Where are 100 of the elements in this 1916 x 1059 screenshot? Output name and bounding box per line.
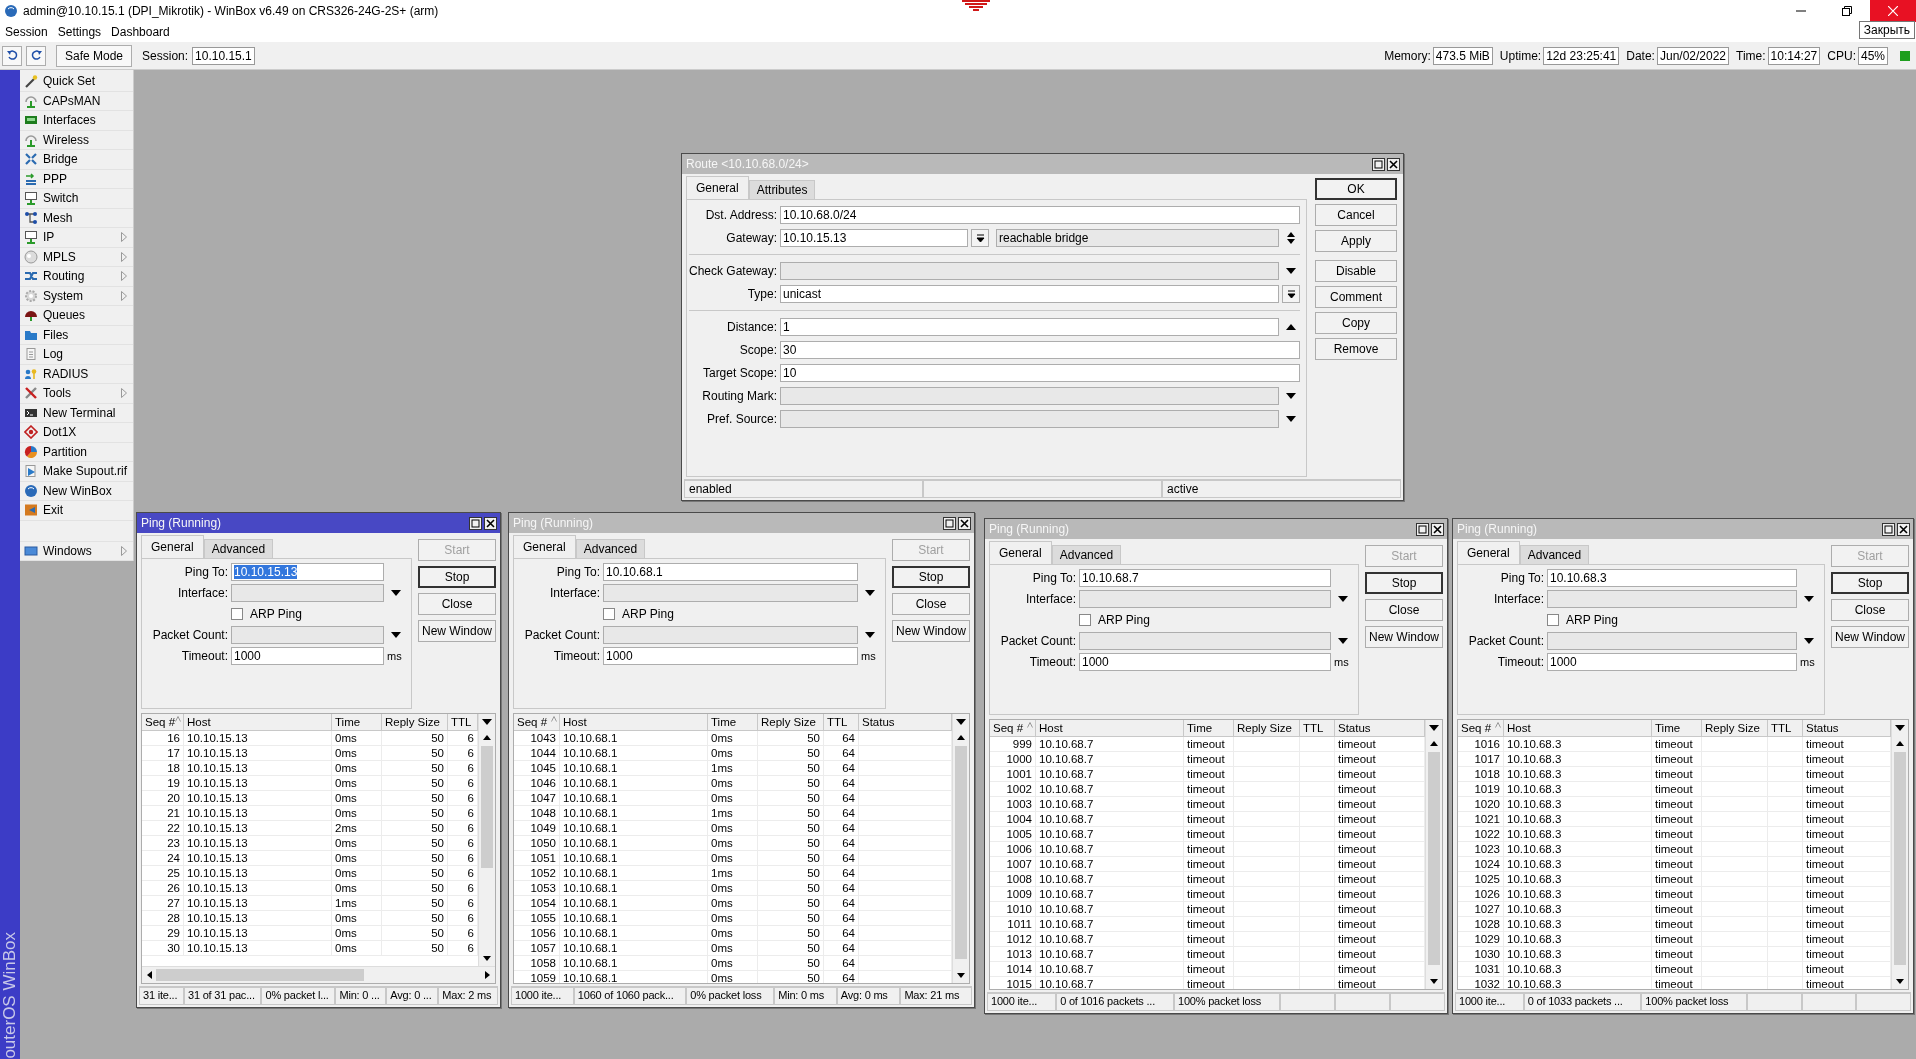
tab[interactable]: Advanced (575, 539, 646, 558)
column-header[interactable]: Host (560, 714, 708, 730)
maximize-icon[interactable] (469, 516, 482, 530)
close-icon[interactable] (484, 516, 497, 530)
input-field[interactable]: 1000 (1079, 653, 1331, 671)
scroll-down-icon[interactable] (1896, 977, 1904, 985)
maximize-icon[interactable] (1416, 522, 1429, 536)
column-header[interactable]: Time (1652, 720, 1702, 736)
close-icon[interactable] (1431, 522, 1444, 536)
sidebar-item[interactable]: Dot1X (20, 423, 133, 443)
close-icon[interactable] (1897, 522, 1910, 536)
dropdown-icon[interactable] (1286, 393, 1296, 399)
dropdown-icon[interactable] (1804, 638, 1814, 644)
dialog-button[interactable]: Close (1365, 599, 1443, 621)
dialog-button[interactable]: Close (418, 593, 496, 615)
scroll-up-icon[interactable] (1896, 740, 1904, 748)
dropdown-field[interactable] (1079, 590, 1331, 608)
tab[interactable]: General (513, 535, 576, 558)
dialog-button[interactable]: Copy (1315, 312, 1397, 334)
sidebar-item[interactable]: Windows (20, 541, 133, 561)
dialog-button[interactable]: Disable (1315, 260, 1397, 282)
dropdown-field[interactable] (780, 262, 1279, 280)
dropdown-field[interactable] (1547, 632, 1797, 650)
column-header[interactable]: Time (708, 714, 758, 730)
close-icon[interactable] (958, 516, 971, 530)
scroll-right-icon[interactable] (483, 971, 491, 979)
sidebar-item[interactable]: Routing (20, 267, 133, 287)
dropdown-icon[interactable] (1286, 268, 1296, 274)
sidebar-item[interactable]: Bridge (20, 150, 133, 170)
tab[interactable]: General (1457, 541, 1520, 564)
checkbox[interactable] (603, 608, 615, 620)
dialog-button[interactable]: New Window (892, 620, 970, 642)
column-header[interactable]: Reply Size (1234, 720, 1300, 736)
maximize-icon[interactable] (943, 516, 956, 530)
dropdown-button[interactable] (1282, 285, 1300, 303)
column-header[interactable]: TTL (1768, 720, 1803, 736)
sidebar-item[interactable]: Make Supout.rif (20, 462, 133, 482)
sidebar-item[interactable]: Interfaces (20, 111, 133, 131)
dialog-button[interactable]: Stop (892, 566, 970, 588)
dialog-button[interactable]: Close (892, 593, 970, 615)
column-header[interactable]: Reply Size (1702, 720, 1768, 736)
scroll-thumb[interactable] (1428, 752, 1440, 965)
column-header[interactable]: Time (1184, 720, 1234, 736)
sidebar-item[interactable]: New WinBox (20, 481, 133, 501)
column-header[interactable]: Time (332, 714, 382, 730)
dropdown-field[interactable] (603, 626, 858, 644)
tab[interactable]: General (686, 176, 749, 199)
dropdown-icon[interactable] (1338, 638, 1348, 644)
dropdown-icon[interactable] (1286, 416, 1296, 422)
sidebar-item[interactable]: Files (20, 325, 133, 345)
dialog-button[interactable]: New Window (1365, 626, 1443, 648)
up-down-icon[interactable] (1286, 231, 1296, 245)
tab[interactable]: General (989, 541, 1052, 564)
checkbox[interactable] (231, 608, 243, 620)
menu-item[interactable]: Dashboard (106, 25, 175, 39)
scroll-up-icon[interactable] (483, 734, 491, 742)
up-arrow-icon[interactable] (1286, 324, 1296, 330)
sidebar-item[interactable]: Exit (20, 501, 133, 521)
input-field[interactable]: 30 (780, 341, 1300, 359)
close-icon[interactable] (1387, 157, 1400, 171)
tab[interactable]: Advanced (203, 539, 274, 558)
column-menu-icon[interactable] (482, 719, 492, 725)
dialog-button[interactable]: Comment (1315, 286, 1397, 308)
menu-item[interactable]: Session (0, 25, 53, 39)
dropdown-icon[interactable] (1804, 596, 1814, 602)
scroll-left-icon[interactable] (146, 971, 154, 979)
sidebar-item[interactable]: System (20, 286, 133, 306)
checkbox[interactable] (1547, 614, 1559, 626)
dialog-button[interactable]: Stop (1831, 572, 1909, 594)
maximize-icon[interactable] (1372, 157, 1385, 171)
dialog-button[interactable]: Stop (418, 566, 496, 588)
column-header[interactable]: Host (184, 714, 332, 730)
column-header[interactable]: Seq # (990, 720, 1036, 736)
column-header[interactable]: Host (1036, 720, 1184, 736)
safe-mode-button[interactable]: Safe Mode (56, 44, 133, 67)
dropdown-field[interactable] (780, 387, 1279, 405)
tab[interactable]: Advanced (1051, 545, 1122, 564)
sidebar-item[interactable]: New Terminal (20, 403, 133, 423)
dropdown-icon[interactable] (865, 590, 875, 596)
undo-button[interactable] (2, 45, 22, 66)
dialog-button[interactable]: New Window (1831, 626, 1909, 648)
dropdown-field[interactable] (231, 584, 384, 602)
dialog-button[interactable]: New Window (418, 620, 496, 642)
sidebar-item[interactable]: Partition (20, 442, 133, 462)
dialog-button[interactable]: Cancel (1315, 204, 1397, 226)
scroll-up-icon[interactable] (1430, 740, 1438, 748)
window-title-bar[interactable]: Ping (Running) (137, 513, 500, 533)
scroll-down-icon[interactable] (483, 954, 491, 962)
scroll-down-icon[interactable] (1430, 977, 1438, 985)
sidebar-item[interactable]: Wireless (20, 130, 133, 150)
input-field[interactable]: 10 (780, 364, 1300, 382)
scroll-down-icon[interactable] (957, 971, 965, 979)
dialog-button[interactable]: OK (1315, 178, 1397, 200)
column-header[interactable]: Seq # (1458, 720, 1504, 736)
scroll-thumb[interactable] (955, 746, 967, 959)
dropdown-icon[interactable] (865, 632, 875, 638)
checkbox[interactable] (1079, 614, 1091, 626)
input-field[interactable]: 10.10.68.7 (1079, 569, 1331, 587)
sidebar-item[interactable]: Mesh (20, 208, 133, 228)
column-header[interactable]: Reply Size (382, 714, 448, 730)
